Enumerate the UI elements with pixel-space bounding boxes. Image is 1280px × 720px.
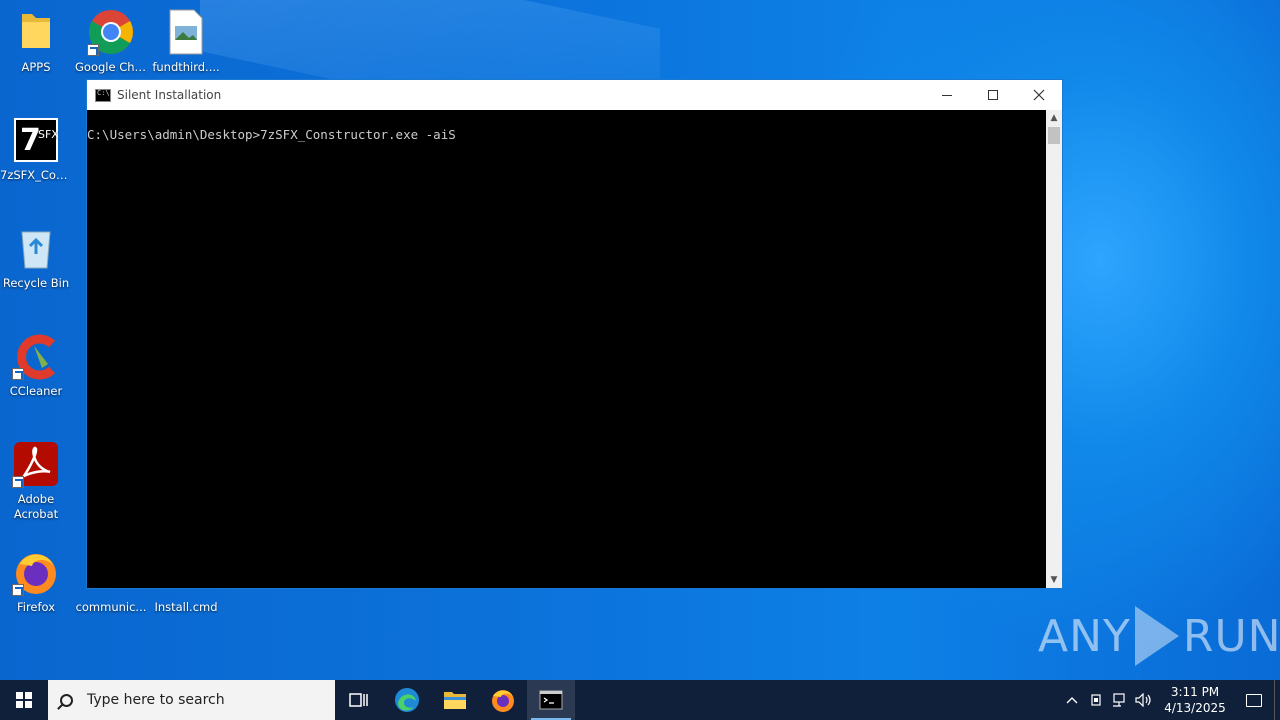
desktop-icon-recycle-bin[interactable]: Recycle Bin [0, 224, 72, 291]
minimize-icon [942, 94, 952, 96]
notification-center-button[interactable] [1234, 680, 1274, 720]
close-icon [1033, 89, 1045, 101]
taskbar-cmd[interactable] [527, 680, 575, 720]
desktop-icon-apps[interactable]: APPS [0, 8, 72, 75]
chrome-icon [87, 8, 135, 56]
maximize-button[interactable] [970, 80, 1016, 110]
watermark-left-text: ANY [1038, 610, 1131, 662]
console-output[interactable]: C:\Users\admin\Desktop>7zSFX_Constructor… [87, 110, 1047, 588]
desktop-icon-firefox[interactable]: Firefox [0, 548, 72, 615]
scroll-down-button[interactable]: ▼ [1046, 572, 1062, 588]
desktop-icon-chrome[interactable]: Google Chrome [75, 8, 147, 75]
taskbar: Type here to search 3:11 PM 4/13/2025 [0, 680, 1280, 720]
desktop-icon-label: 7zSFX_Con... [0, 168, 72, 182]
edge-icon [395, 688, 419, 712]
network-icon [1113, 693, 1125, 707]
scroll-thumb[interactable] [1048, 127, 1060, 144]
task-view-button[interactable] [335, 680, 383, 720]
desktop-icon-label: communic... [75, 600, 147, 614]
desktop-icon-adobe-acrobat[interactable]: Adobe Acrobat [0, 440, 72, 522]
chevron-up-icon [1066, 697, 1078, 704]
shortcut-arrow-icon [12, 368, 24, 380]
shortcut-arrow-icon [87, 44, 99, 56]
cmd-icon [95, 88, 111, 102]
desktop-icon-7zsfx[interactable]: 7 SFX 7zSFX_Con... [0, 116, 72, 183]
desktop-icon-fundthird[interactable]: fundthird.... [150, 8, 222, 75]
taskbar-edge[interactable] [383, 680, 431, 720]
show-desktop-button[interactable] [1274, 680, 1280, 720]
minimize-button[interactable] [924, 80, 970, 110]
volume-icon [1135, 693, 1151, 707]
anyrun-watermark: ANY RUN [1038, 606, 1280, 666]
svg-text:SFX: SFX [38, 128, 59, 141]
tray-volume-button[interactable] [1132, 680, 1156, 720]
watermark-right-text: RUN [1182, 610, 1280, 662]
desktop-icon-label: Adobe Acrobat [13, 492, 59, 521]
desktop-icon-label: APPS [21, 60, 51, 74]
start-button[interactable] [0, 680, 48, 720]
folder-icon [444, 692, 466, 709]
recycle-bin-icon [12, 224, 60, 272]
play-icon [1134, 606, 1179, 666]
scroll-up-button[interactable]: ▲ [1046, 110, 1062, 126]
ccleaner-icon [12, 332, 60, 380]
desktop: APPS Google Chrome fundthird.... [0, 0, 1280, 680]
tray-device-button[interactable] [1084, 680, 1108, 720]
desktop-icon-ccleaner[interactable]: CCleaner [0, 332, 72, 399]
desktop-icon-label: Google Chrome [75, 60, 147, 74]
vertical-scrollbar[interactable]: ▲ ▼ [1046, 110, 1062, 588]
clock-date: 4/13/2025 [1164, 701, 1226, 715]
taskbar-search-box[interactable]: Type here to search [48, 680, 335, 720]
window-title: Silent Installation [117, 88, 222, 102]
taskbar-clock[interactable]: 3:11 PM 4/13/2025 [1156, 684, 1234, 716]
taskbar-firefox[interactable] [479, 680, 527, 720]
firefox-icon [492, 690, 514, 712]
close-button[interactable] [1016, 80, 1062, 110]
window-titlebar[interactable]: Silent Installation [87, 80, 1062, 110]
tray-overflow-button[interactable] [1060, 680, 1084, 720]
device-icon [1091, 694, 1101, 706]
desktop-icon-label: Firefox [16, 600, 56, 614]
clock-time: 3:11 PM [1170, 685, 1220, 699]
task-view-icon [349, 693, 368, 707]
image-file-icon [162, 8, 210, 56]
taskbar-file-explorer[interactable] [431, 680, 479, 720]
search-icon [60, 693, 73, 707]
shortcut-arrow-icon [12, 476, 24, 488]
7zsfx-icon: 7 SFX [12, 116, 60, 164]
desktop-icon-label: CCleaner [9, 384, 63, 398]
desktop-icon-label: fundthird.... [152, 60, 220, 74]
desktop-icon-label: Recycle Bin [2, 276, 70, 290]
shortcut-arrow-icon [12, 584, 24, 596]
acrobat-icon [12, 440, 60, 488]
firefox-icon [12, 548, 60, 596]
windows-logo-icon [16, 692, 32, 708]
system-tray: 3:11 PM 4/13/2025 [1060, 680, 1280, 720]
tray-network-button[interactable] [1108, 680, 1132, 720]
folder-icon [12, 8, 60, 56]
cmd-icon [539, 690, 563, 710]
console-window[interactable]: Silent Installation C:\Users\admin\Deskt… [86, 79, 1063, 589]
notification-icon [1246, 693, 1262, 707]
desktop-icon-label: Install.cmd [154, 600, 218, 614]
maximize-icon [988, 90, 998, 100]
search-placeholder: Type here to search [87, 692, 225, 708]
